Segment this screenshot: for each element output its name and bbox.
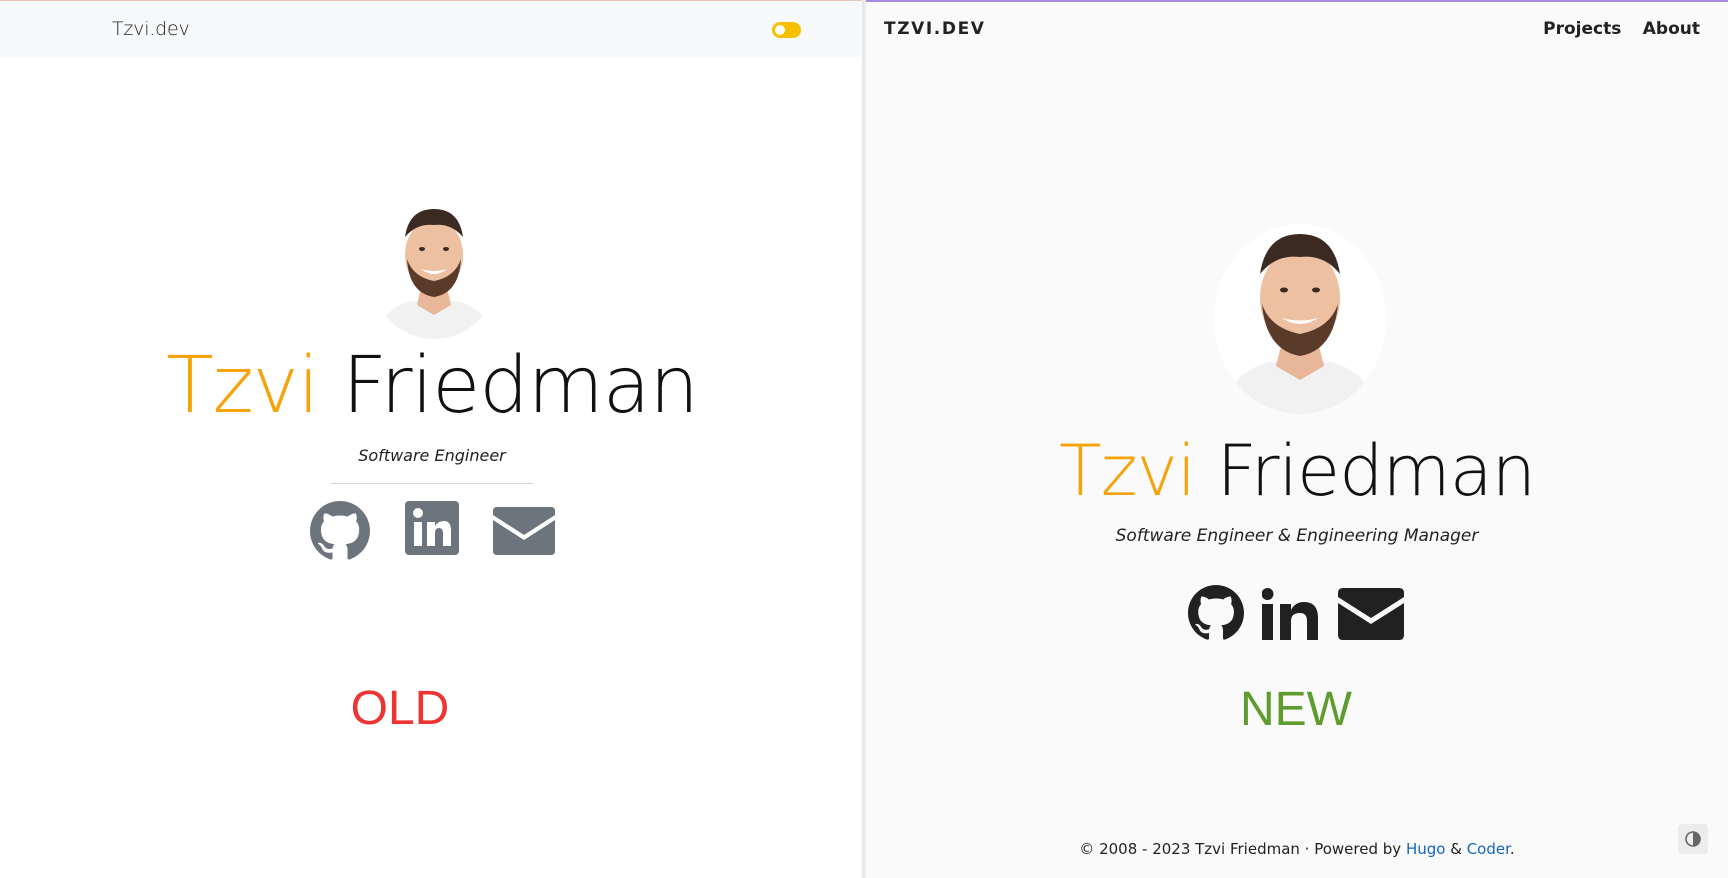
- email-icon[interactable]: [1338, 588, 1404, 640]
- old-site-panel: Tzvi.dev Tzvi Friedman Software Engineer: [0, 0, 864, 878]
- footer-period: .: [1509, 840, 1515, 858]
- old-divider: [331, 483, 533, 484]
- old-version-label: OLD: [350, 682, 450, 735]
- old-role-subtitle: Software Engineer: [358, 446, 506, 465]
- new-nav-menu: Projects About: [1526, 19, 1700, 39]
- new-role-subtitle: Software Engineer & Engineering Manager: [1115, 526, 1479, 546]
- github-icon[interactable]: [1188, 585, 1244, 641]
- footer-copyright: © 2008 - 2023 Tzvi Friedman · Powered by: [1079, 840, 1402, 858]
- contrast-toggle-icon: [1685, 831, 1701, 847]
- linkedin-icon[interactable]: [1262, 588, 1318, 640]
- footer: © 2008 - 2023 Tzvi Friedman · Powered by…: [866, 840, 1728, 858]
- old-first-name: Tzvi: [166, 341, 319, 431]
- old-brand-link[interactable]: Tzvi.dev: [112, 18, 190, 40]
- new-social-links: [1188, 584, 1408, 644]
- new-site-panel: TZVI.DEV Projects About Tzvi Friedman So…: [866, 0, 1728, 878]
- new-first-name: Tzvi: [1058, 430, 1196, 512]
- old-social-links: [310, 501, 570, 563]
- new-version-label: NEW: [1240, 683, 1352, 736]
- contrast-toggle-button[interactable]: [1678, 824, 1708, 854]
- footer-ampersand: &: [1450, 840, 1462, 858]
- old-profile-photo: [371, 201, 497, 339]
- old-navbar: Tzvi.dev: [0, 1, 864, 57]
- linkedin-icon[interactable]: [405, 501, 459, 555]
- footer-link-hugo[interactable]: Hugo: [1406, 840, 1446, 858]
- toggle-knob: [775, 25, 785, 35]
- new-brand-link[interactable]: TZVI.DEV: [884, 19, 986, 39]
- github-icon[interactable]: [310, 501, 370, 561]
- new-last-name: Friedman: [1216, 430, 1536, 512]
- email-icon[interactable]: [493, 507, 555, 555]
- new-name-heading: Tzvi Friedman: [866, 430, 1728, 512]
- footer-link-coder[interactable]: Coder: [1467, 840, 1510, 858]
- new-profile-photo: [1214, 224, 1386, 414]
- theme-toggle-switch[interactable]: [772, 22, 801, 38]
- old-name-heading: Tzvi Friedman: [0, 341, 864, 431]
- old-last-name: Friedman: [342, 341, 699, 431]
- nav-link-projects[interactable]: Projects: [1543, 19, 1621, 39]
- nav-link-about[interactable]: About: [1643, 19, 1700, 39]
